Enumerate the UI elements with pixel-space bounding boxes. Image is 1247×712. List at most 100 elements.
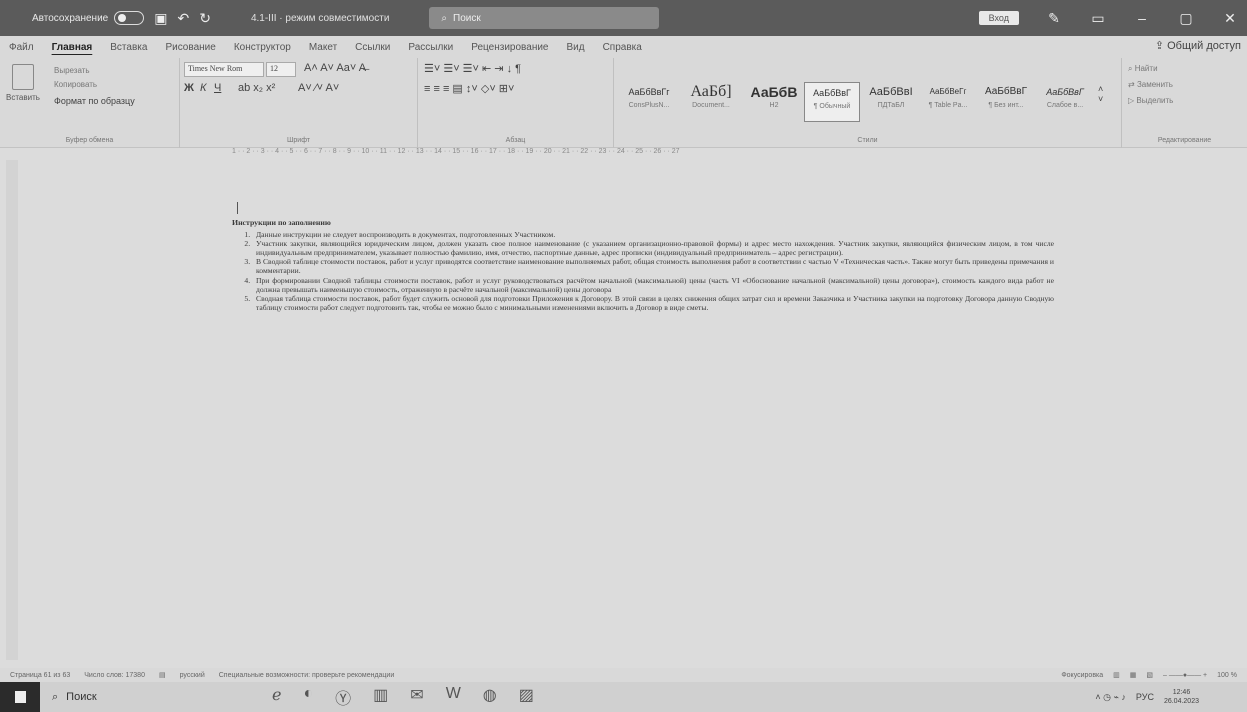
proofing-icon[interactable]: ▤ (159, 671, 166, 679)
search-icon: ⌕ (52, 690, 59, 703)
autosave-switch[interactable] (114, 11, 145, 25)
font-name-box[interactable]: Times New Rom (184, 62, 264, 77)
font-size-box[interactable]: 12 (266, 62, 296, 77)
ribbon-tabs: Файл Главная Вставка Рисование Конструкт… (0, 36, 1247, 58)
word-count[interactable]: Число слов: 17380 (84, 672, 145, 679)
styles-gallery-scroll[interactable]: ˄ ˅ (1098, 84, 1103, 104)
style-item[interactable]: АаБбВвГ Слабое в... (1036, 82, 1094, 122)
document-title[interactable]: 4.1-III · режим совместимости (251, 13, 389, 24)
strikethrough-sub-super-icons[interactable]: ab x₂ x² (238, 82, 275, 94)
paragraph-group: ☰˅ ☰˅ ☰˅ ⇤ ⇥ ↓ ¶ ≡ ≡ ≡ ▤ ↕˅ ◇˅ ⊞˅ Абзац (418, 58, 614, 148)
app-icon[interactable]: ◍ (483, 685, 497, 709)
tab-home[interactable]: Главная (43, 42, 102, 53)
zoom-level[interactable]: 100 % (1217, 672, 1237, 679)
tab-insert[interactable]: Вставка (101, 42, 156, 53)
system-tray: ˄ ◷ ⌁ ♪ РУС 12:46 26.04.2023 (1095, 682, 1199, 712)
taskbar-apps: ℯ ◐ Ⓨ ▥ ✉ W ◍ ▨ (272, 685, 534, 709)
alignment-spacing-shading-icons[interactable]: ≡ ≡ ≡ ▤ ↕˅ ◇˅ ⊞˅ (424, 82, 514, 95)
title-search-box[interactable]: ⌕ Поиск (429, 7, 660, 29)
bold-button[interactable]: Ж (184, 82, 194, 94)
edge-icon[interactable]: ℯ (272, 685, 281, 709)
font-group: Times New Rom 12 A˄ A˅ Aa˅ A̶ Ж К Ч ab x… (180, 58, 418, 148)
style-item[interactable]: АаБбВвГг ConsPlusN... (622, 82, 676, 122)
zoom-slider[interactable]: – ——●—— + (1163, 672, 1207, 679)
signin-button[interactable]: Вход (978, 11, 1019, 25)
style-item-selected[interactable]: АаБбВвГ ¶ Обычный (804, 82, 860, 122)
tab-design[interactable]: Конструктор (225, 42, 300, 53)
style-item[interactable]: АаБбВеГг ¶ Table Pa... (920, 82, 976, 122)
clock-time: 12:46 (1172, 689, 1191, 696)
save-icon[interactable]: ▣ (154, 10, 167, 27)
tab-references[interactable]: Ссылки (346, 42, 399, 53)
read-mode-icon[interactable]: ▥ (1113, 671, 1120, 679)
ribbon-display-icon[interactable]: ▭ (1089, 10, 1107, 27)
styles-group-label: Стили (857, 137, 878, 144)
pen-icon[interactable]: ✎ (1045, 10, 1063, 27)
find-button[interactable]: ⌕ Найти (1128, 64, 1158, 74)
style-item[interactable]: АаБбВвГ ¶ Без инт... (978, 82, 1034, 122)
list-indent-sort-icons[interactable]: ☰˅ ☰˅ ☰˅ ⇤ ⇥ ↓ ¶ (424, 62, 521, 75)
list-item: Данные инструкции не следует воспроизвод… (252, 230, 1054, 239)
tray-icons[interactable]: ˄ ◷ ⌁ ♪ (1095, 692, 1126, 703)
taskbar-search[interactable]: ⌕ Поиск (52, 691, 212, 704)
tab-review[interactable]: Рецензирование (462, 42, 557, 53)
web-layout-icon[interactable]: ▧ (1146, 671, 1153, 679)
tab-mailings[interactable]: Рассылки (399, 42, 462, 53)
title-search-label: Поиск (453, 12, 481, 24)
select-button[interactable]: ▷ Выделить (1128, 96, 1173, 105)
maximize-button[interactable]: ▢ (1177, 10, 1195, 27)
ribbon: Вставить Вырезать Копировать Формат по о… (0, 58, 1247, 148)
yandex-icon[interactable]: Ⓨ (335, 685, 351, 709)
cut-button[interactable]: Вырезать (54, 66, 90, 75)
vertical-ruler[interactable] (6, 160, 18, 660)
tab-layout[interactable]: Макет (300, 42, 346, 53)
styles-group: АаБбВвГг ConsPlusN... АаБб] Document... … (614, 58, 1122, 148)
format-painter-button[interactable]: Формат по образцу (54, 96, 135, 106)
minimize-button[interactable]: – (1133, 10, 1151, 26)
clock[interactable]: 12:46 26.04.2023 (1164, 688, 1199, 706)
store-icon[interactable]: ▥ (373, 685, 388, 709)
document-body[interactable]: Инструкции по заполнению Данные инструкц… (232, 200, 1054, 312)
instructions-heading: Инструкции по заполнению (232, 218, 331, 227)
underline-button[interactable]: Ч (214, 82, 221, 94)
style-item[interactable]: АаБбВ H2 (746, 82, 802, 122)
list-item: Сводная таблица стоимости поставок, рабо… (252, 294, 1054, 312)
page-counter[interactable]: Страница 61 из 63 (10, 672, 70, 679)
pdf-icon[interactable]: ▨ (519, 685, 534, 709)
paragraph-group-label: Абзац (505, 137, 526, 144)
tab-file[interactable]: Файл (0, 42, 43, 53)
list-item: Участник закупки, являющийся юридическим… (252, 239, 1054, 257)
redo-icon[interactable]: ↻ (199, 10, 211, 27)
accessibility-status[interactable]: Специальные возможности: проверьте реком… (219, 672, 395, 679)
autosave-toggle[interactable]: Автосохранение (32, 11, 145, 25)
undo-icon[interactable]: ↶ (177, 10, 189, 27)
taskbar-search-label: Поиск (66, 691, 97, 703)
clock-date: 26.04.2023 (1163, 698, 1199, 705)
tab-view[interactable]: Вид (557, 42, 593, 53)
browser-icon[interactable]: ◐ (303, 685, 313, 709)
style-item[interactable]: АаБб] Document... (678, 82, 744, 122)
word-icon[interactable]: W (446, 685, 461, 709)
print-layout-icon[interactable]: ▦ (1130, 671, 1137, 679)
mail-icon[interactable]: ✉ (410, 685, 423, 709)
tab-draw[interactable]: Рисование (156, 42, 224, 53)
start-button[interactable] (0, 682, 40, 712)
copy-button[interactable]: Копировать (54, 80, 97, 89)
italic-button[interactable]: К (200, 82, 206, 94)
clipboard-group-label: Буфер обмена (65, 137, 114, 144)
share-button[interactable]: ⇪ Общий доступ (1155, 39, 1241, 52)
horizontal-ruler[interactable]: 1 · · 2 · · 3 · · 4 · · 5 · · 6 · · 7 · … (232, 148, 1054, 160)
tab-help[interactable]: Справка (594, 42, 651, 53)
text-effects-highlight-color-icons[interactable]: A˅ ⁄˅ A˅ (298, 82, 339, 94)
language-indicator[interactable]: РУС (1136, 692, 1154, 702)
language-indicator[interactable]: русский (180, 672, 205, 679)
close-button[interactable]: ✕ (1221, 10, 1239, 27)
list-item: При формировании Сводной таблицы стоимос… (252, 276, 1054, 294)
replace-button[interactable]: ⇄ Заменить (1128, 80, 1173, 89)
paste-button[interactable]: Вставить (6, 64, 40, 102)
font-grow-shrink-icons[interactable]: A˄ A˅ Aa˅ A̶ (304, 62, 366, 74)
share-label: Общий доступ (1167, 40, 1241, 52)
clipboard-group: Вставить Вырезать Копировать Формат по о… (0, 58, 180, 148)
focus-button[interactable]: Фокусировка (1061, 672, 1103, 679)
style-item[interactable]: АаБбВвІ ПДТаБЛ (864, 82, 918, 122)
